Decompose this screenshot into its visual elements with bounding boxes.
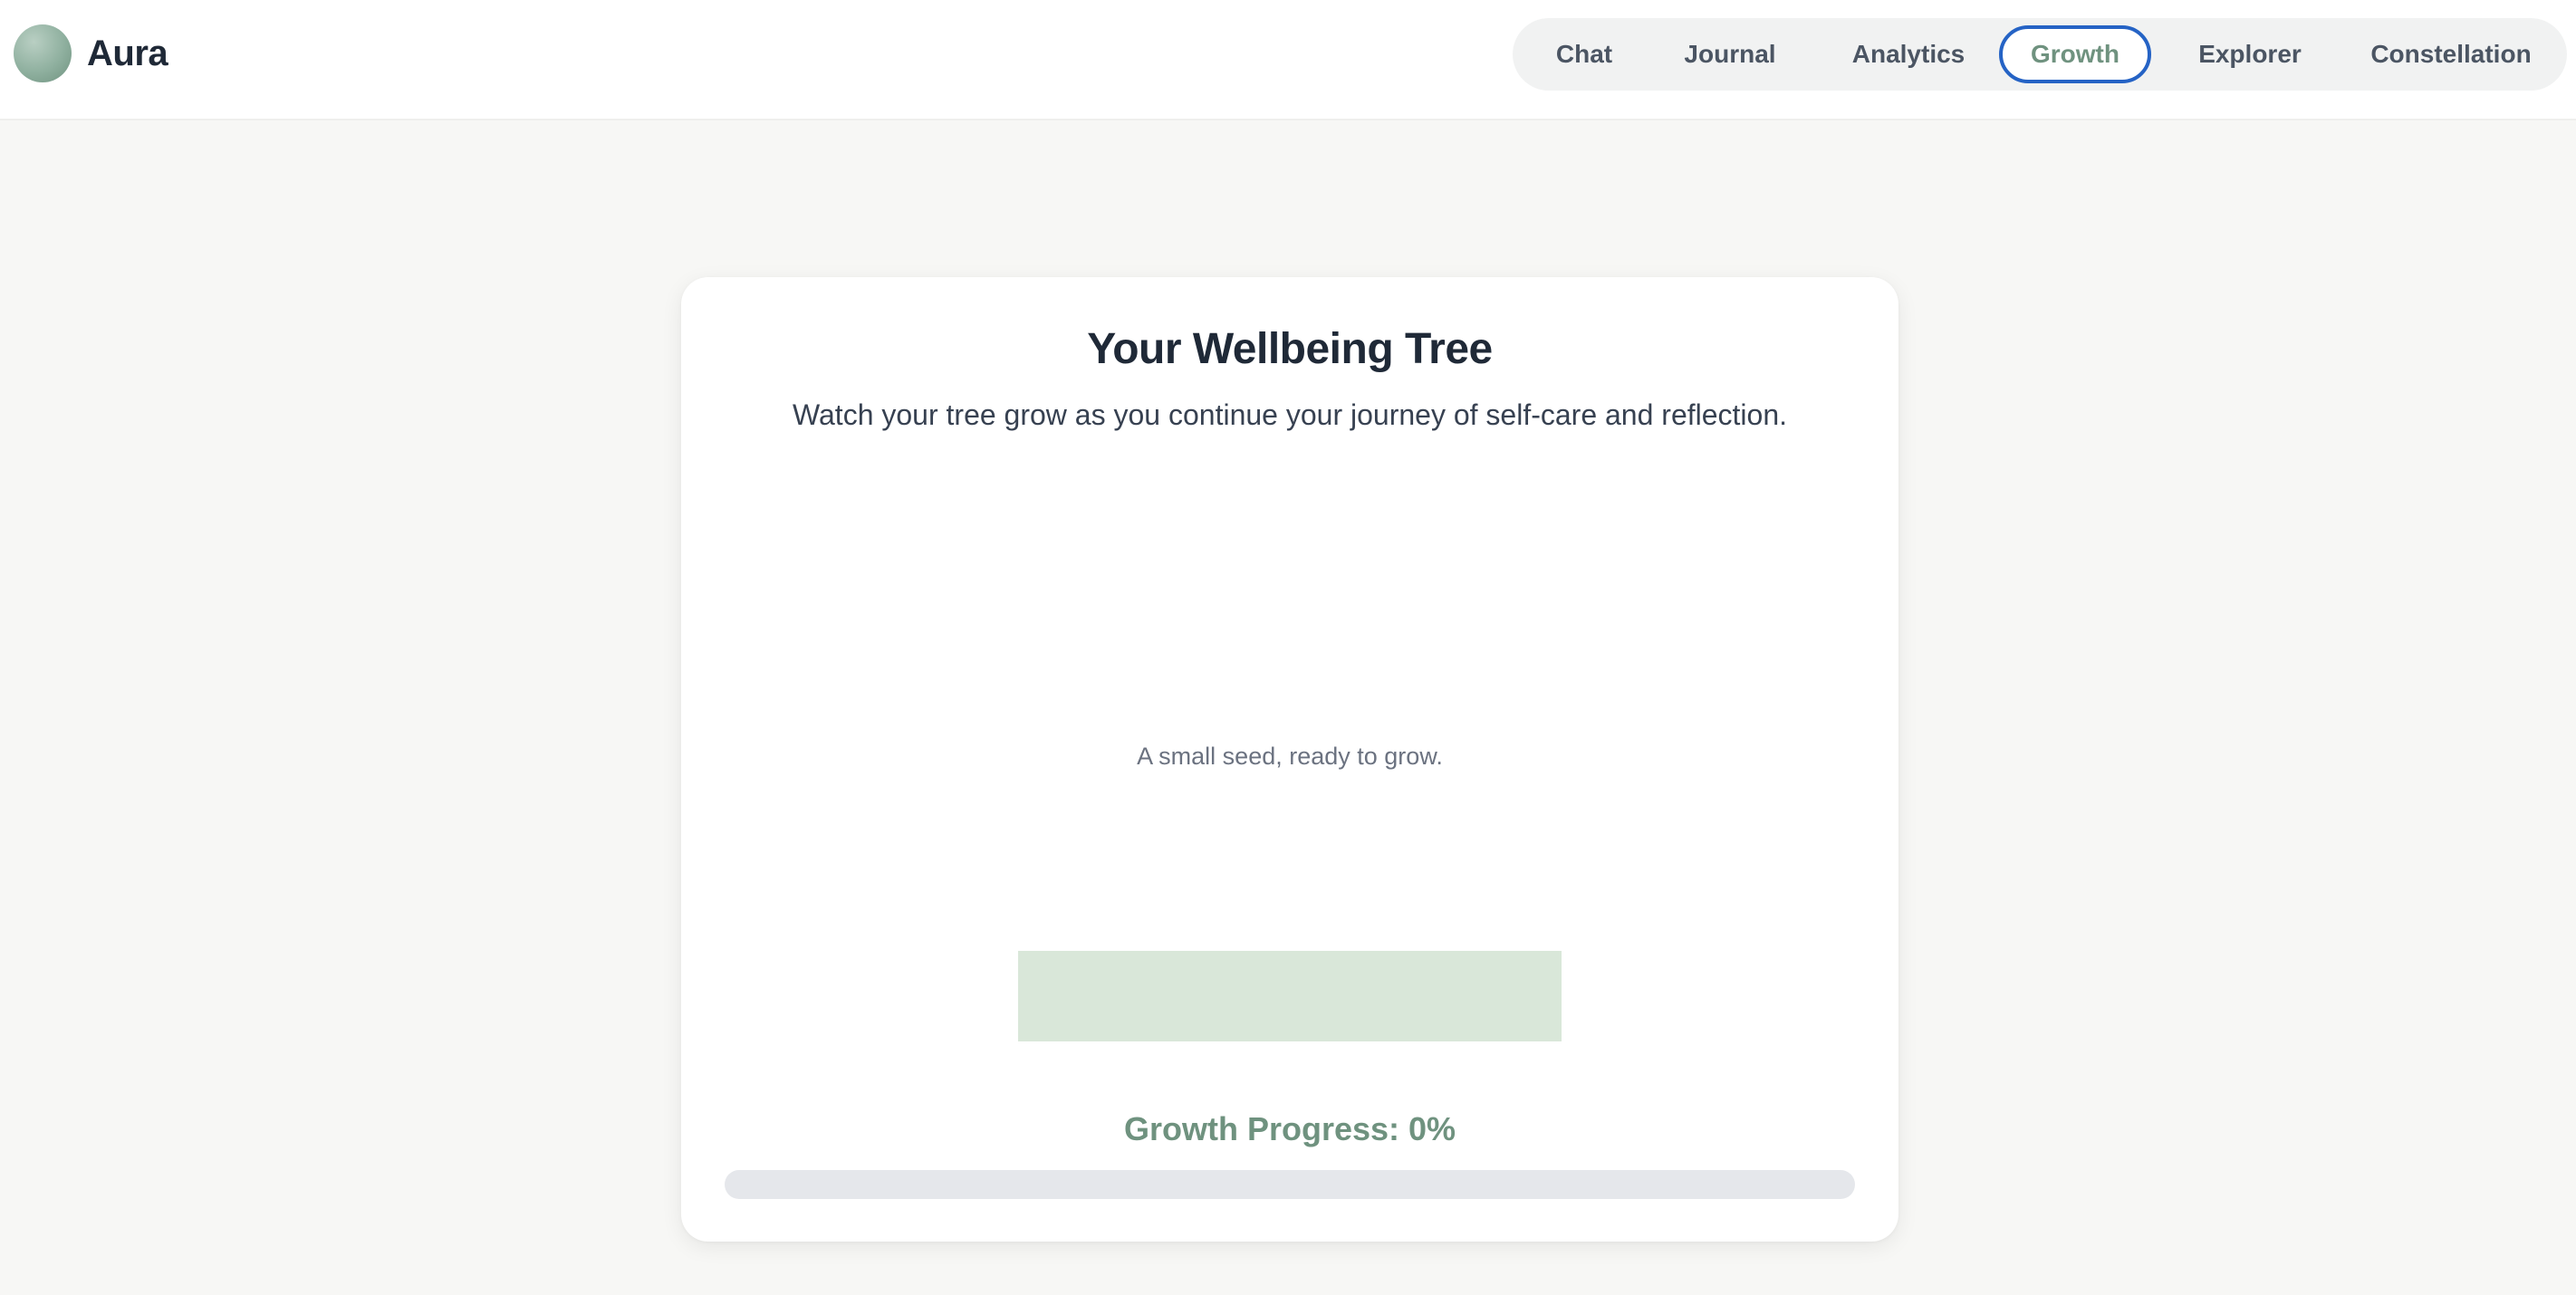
app-name: Aura [87,33,168,73]
growth-progress-bar [725,1170,1855,1199]
nav-tab-constellation[interactable]: Constellation [2350,25,2552,83]
aura-logo-icon [14,24,72,82]
nav-tab-analytics[interactable]: Analytics [1830,25,1987,83]
tree-ground [1018,951,1562,1041]
brand[interactable]: Aura [14,24,168,82]
nav-tab-chat[interactable]: Chat [1529,25,1639,83]
wellbeing-tree-card: Your Wellbeing Tree Watch your tree grow… [681,277,1898,1242]
card-title: Your Wellbeing Tree [1087,325,1493,373]
card-subtitle: Watch your tree grow as you continue you… [792,398,1788,431]
growth-progress-label: Growth Progress: 0% [1123,1110,1456,1147]
nav-tab-explorer[interactable]: Explorer [2177,25,2323,83]
nav-tab-growth[interactable]: Growth [1999,25,2151,83]
top-navigation-bar: Aura Chat Journal Analytics Growth Explo… [0,0,2576,120]
nav-tab-journal[interactable]: Journal [1663,25,1797,83]
main-nav: Chat Journal Analytics Growth Explorer C… [1513,18,2567,91]
tree-stage-caption: A small seed, ready to grow. [1137,743,1443,770]
